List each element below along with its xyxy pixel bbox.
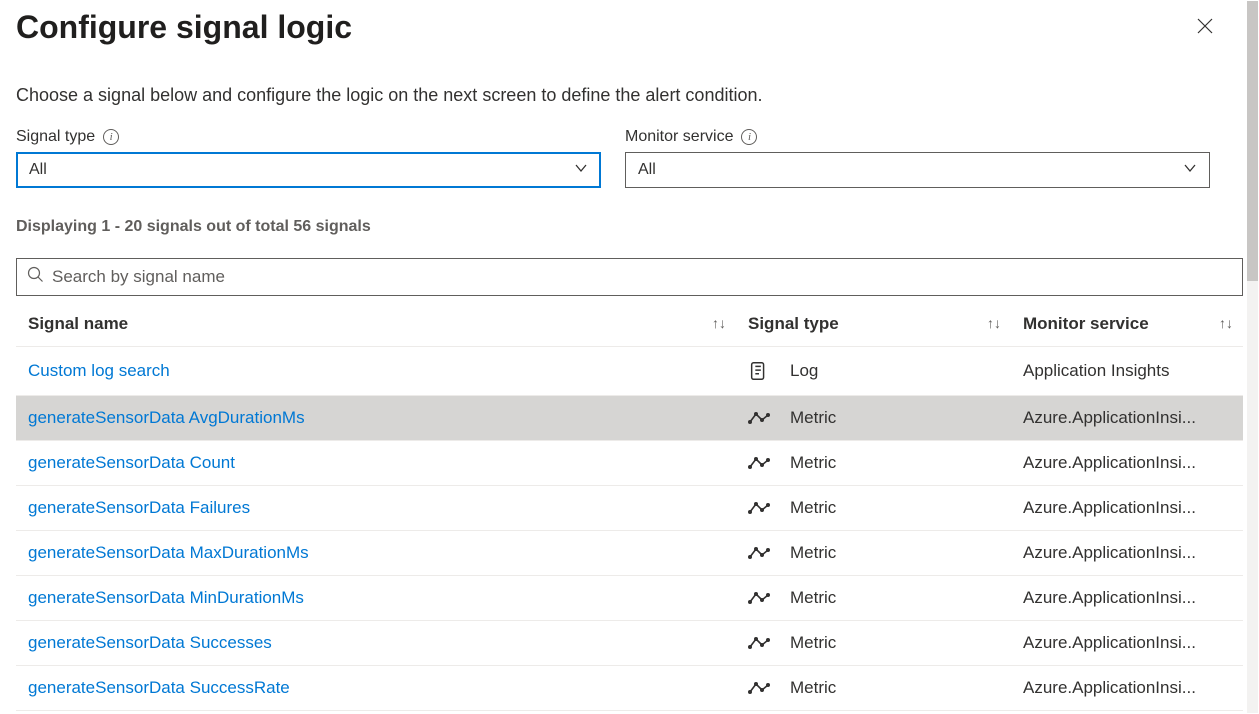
signal-link[interactable]: Custom log search bbox=[28, 361, 170, 380]
monitor-service-text: Azure.ApplicationInsi... bbox=[1023, 678, 1218, 698]
table-row[interactable]: Custom log search Log Application Insights bbox=[16, 347, 1243, 396]
monitor-service-text: Azure.ApplicationInsi... bbox=[1023, 498, 1218, 518]
chevron-down-icon bbox=[1183, 161, 1197, 180]
table-row[interactable]: generateSensorData SuccessRate Metric Azur… bbox=[16, 666, 1243, 711]
signal-type-label: Signal type bbox=[16, 128, 95, 146]
signal-type-text: Metric bbox=[790, 453, 836, 473]
page-title: Configure signal logic bbox=[16, 8, 352, 46]
close-button[interactable] bbox=[1187, 8, 1223, 47]
search-icon bbox=[27, 266, 44, 288]
signal-link[interactable]: generateSensorData Successes bbox=[28, 633, 272, 652]
info-icon[interactable]: i bbox=[103, 129, 119, 145]
metric-icon bbox=[748, 635, 770, 651]
table-row[interactable]: generateSensorData MinDurationMs Metric Az… bbox=[16, 576, 1243, 621]
signal-type-text: Metric bbox=[790, 408, 836, 428]
signal-type-value: All bbox=[29, 161, 47, 179]
monitor-service-dropdown[interactable]: All bbox=[625, 152, 1210, 188]
log-icon bbox=[748, 359, 770, 383]
close-icon bbox=[1195, 24, 1215, 39]
signal-type-text: Metric bbox=[790, 498, 836, 518]
signal-link[interactable]: generateSensorData SuccessRate bbox=[28, 678, 290, 697]
signal-type-dropdown[interactable]: All bbox=[16, 152, 601, 188]
signal-type-text: Metric bbox=[790, 543, 836, 563]
result-count-text: Displaying 1 - 20 signals out of total 5… bbox=[16, 218, 1243, 236]
monitor-service-text: Azure.ApplicationInsi... bbox=[1023, 453, 1218, 473]
signal-link[interactable]: generateSensorData MinDurationMs bbox=[28, 588, 304, 607]
signal-type-text: Metric bbox=[790, 588, 836, 608]
metric-icon bbox=[748, 680, 770, 696]
signal-link[interactable]: generateSensorData MaxDurationMs bbox=[28, 543, 309, 562]
sort-icon: ↑↓ bbox=[712, 315, 726, 331]
scrollbar-track[interactable] bbox=[1247, 1, 1258, 713]
chevron-down-icon bbox=[574, 161, 588, 180]
column-header-service[interactable]: Monitor service ↑↓ bbox=[1011, 300, 1243, 347]
sort-icon: ↑↓ bbox=[1219, 315, 1233, 331]
sort-icon: ↑↓ bbox=[987, 315, 1001, 331]
monitor-service-label: Monitor service bbox=[625, 128, 733, 146]
column-header-name[interactable]: Signal name ↑↓ bbox=[16, 300, 736, 347]
metric-icon bbox=[748, 545, 770, 561]
table-row[interactable]: generateSensorData Successes Metric Azure.… bbox=[16, 621, 1243, 666]
monitor-service-text: Azure.ApplicationInsi... bbox=[1023, 408, 1218, 428]
table-row[interactable]: generateSensorData AvgDurationMs Metric Az… bbox=[16, 396, 1243, 441]
monitor-service-text: Azure.ApplicationInsi... bbox=[1023, 543, 1218, 563]
monitor-service-text: Azure.ApplicationInsi... bbox=[1023, 588, 1218, 608]
signal-type-text: Metric bbox=[790, 678, 836, 698]
metric-icon bbox=[748, 500, 770, 516]
scrollbar-thumb[interactable] bbox=[1247, 1, 1258, 281]
metric-icon bbox=[748, 455, 770, 471]
metric-icon bbox=[748, 410, 770, 426]
info-icon[interactable]: i bbox=[741, 129, 757, 145]
signal-link[interactable]: generateSensorData Count bbox=[28, 453, 235, 472]
signal-type-text: Log bbox=[790, 361, 818, 381]
monitor-service-text: Azure.ApplicationInsi... bbox=[1023, 633, 1218, 653]
table-row[interactable]: generateSensorData Failures Metric Azure.A… bbox=[16, 486, 1243, 531]
signals-table: Signal name ↑↓ Signal type ↑↓ Monitor se… bbox=[16, 300, 1243, 711]
signal-type-text: Metric bbox=[790, 633, 836, 653]
signal-link[interactable]: generateSensorData AvgDurationMs bbox=[28, 408, 305, 427]
monitor-service-value: All bbox=[638, 161, 656, 179]
column-header-type[interactable]: Signal type ↑↓ bbox=[736, 300, 1011, 347]
search-input[interactable] bbox=[52, 267, 1232, 287]
table-row[interactable]: generateSensorData MaxDurationMs Metric Az… bbox=[16, 531, 1243, 576]
monitor-service-text: Application Insights bbox=[1023, 361, 1218, 381]
description-text: Choose a signal below and configure the … bbox=[16, 85, 1243, 106]
metric-icon bbox=[748, 590, 770, 606]
search-box[interactable] bbox=[16, 258, 1243, 296]
table-row[interactable]: generateSensorData Count Metric Azure.Appl… bbox=[16, 441, 1243, 486]
signal-link[interactable]: generateSensorData Failures bbox=[28, 498, 250, 517]
